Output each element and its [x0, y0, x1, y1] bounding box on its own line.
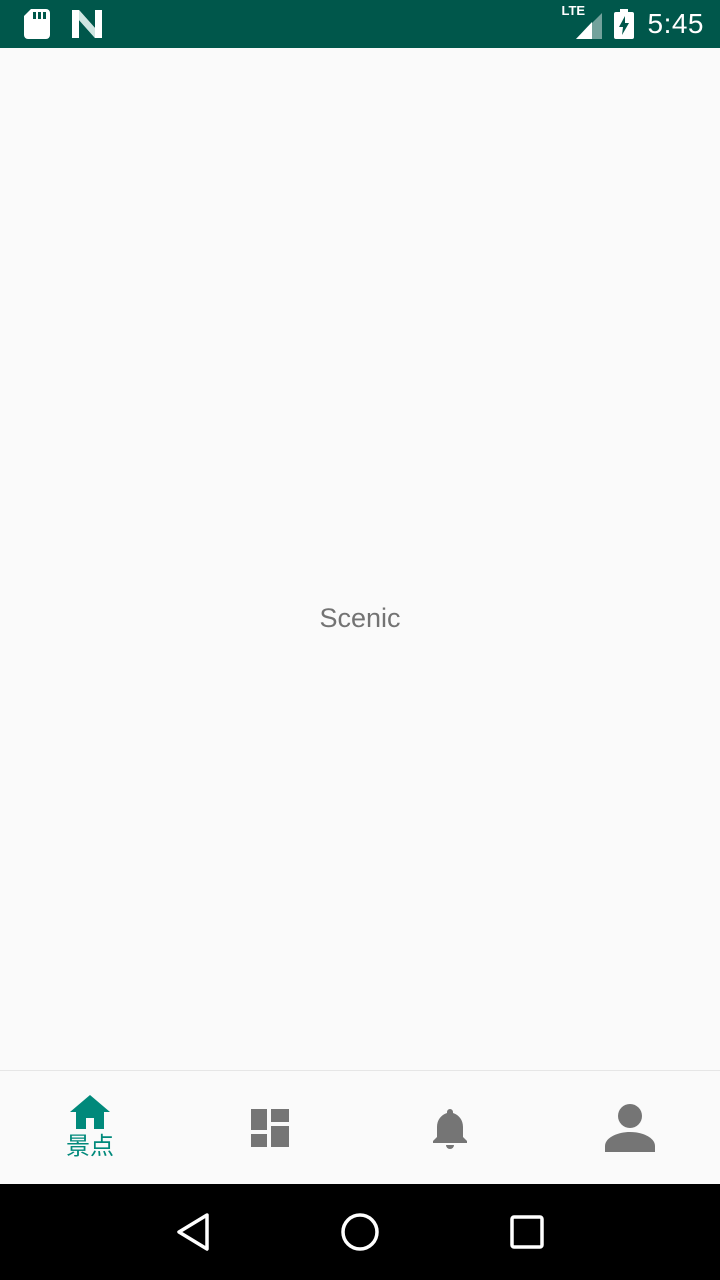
home-circle-icon: [341, 1213, 379, 1251]
n-logo-icon: [72, 10, 102, 38]
nav-item-profile[interactable]: [540, 1071, 720, 1184]
bell-icon: [433, 1108, 467, 1149]
nav-item-home[interactable]: 景点: [0, 1071, 180, 1184]
main-content: Scenic: [0, 48, 720, 1070]
system-home-button[interactable]: [330, 1202, 390, 1262]
sd-card-icon: [24, 9, 50, 39]
system-back-button[interactable]: [163, 1202, 223, 1262]
dashboard-icon: [251, 1108, 289, 1147]
status-bar: LTE 5:45: [0, 0, 720, 48]
battery-charging-icon: [613, 9, 634, 39]
screen: LTE 5:45 Scenic 景点: [0, 0, 720, 1280]
person-icon: [605, 1103, 655, 1152]
system-recents-button[interactable]: [497, 1202, 557, 1262]
status-right: LTE 5:45: [554, 3, 705, 40]
page-text: Scenic: [319, 602, 401, 633]
back-icon: [177, 1213, 210, 1251]
lte-signal-icon: LTE: [562, 3, 602, 39]
status-left: [24, 9, 124, 39]
nav-item-dashboard[interactable]: [180, 1071, 360, 1184]
nav-item-home-label: 景点: [66, 1131, 114, 1160]
status-time: 5:45: [647, 8, 704, 39]
system-navigation-bar: [0, 1184, 720, 1280]
home-icon: [70, 1094, 110, 1129]
bottom-navigation: 景点: [0, 1070, 720, 1184]
nav-item-notifications[interactable]: [360, 1071, 540, 1184]
recents-icon: [509, 1215, 544, 1249]
